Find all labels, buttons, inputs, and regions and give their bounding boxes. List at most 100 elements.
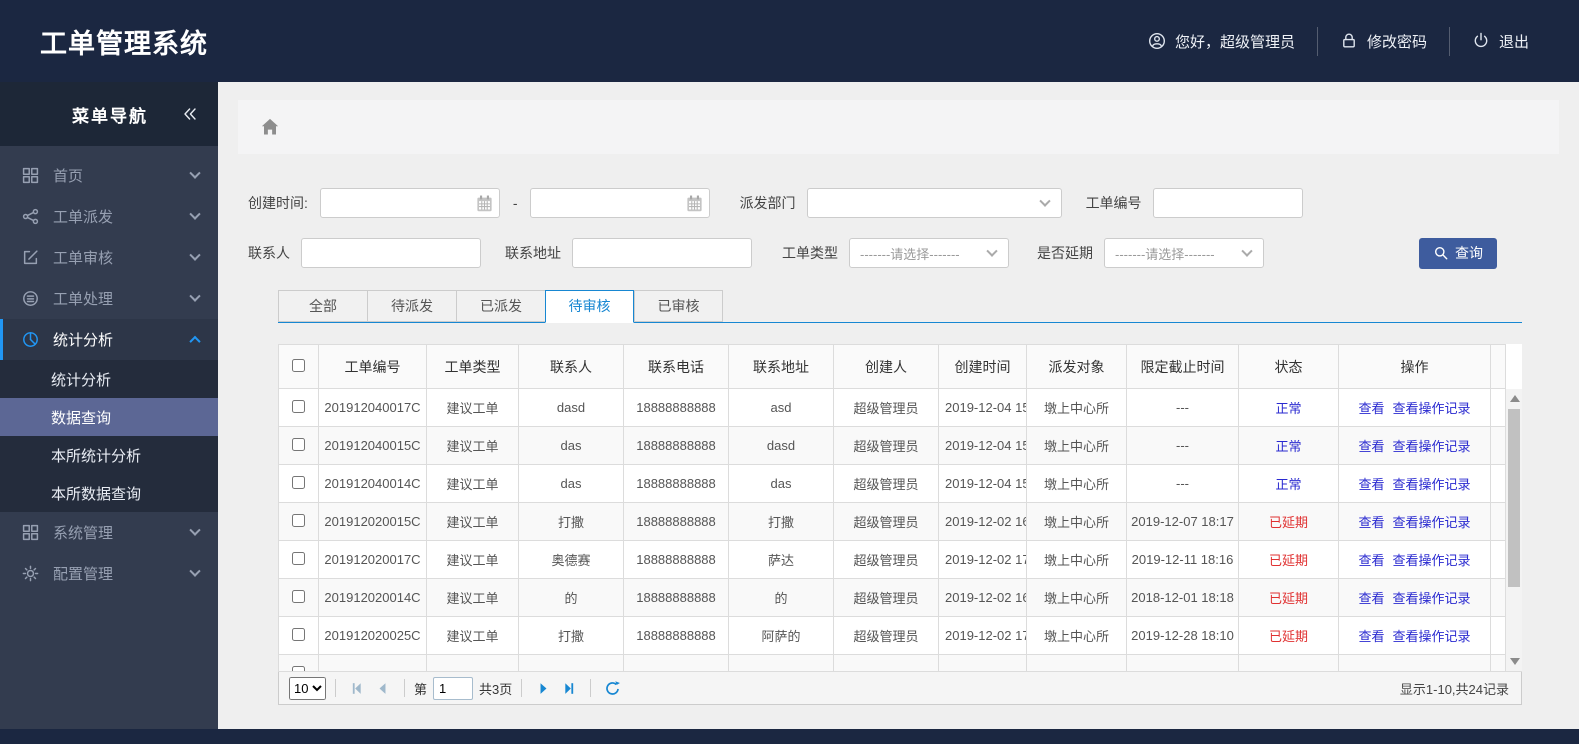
tab-reviewed[interactable]: 已审核 [634,290,723,322]
sidebar-header: 菜单导航 [0,82,218,146]
tab-all[interactable]: 全部 [278,290,367,322]
page-size-select[interactable]: 10 [289,676,326,700]
sidebar-collapse-button[interactable] [182,106,198,122]
sidebar-nav-title: 菜单导航 [72,106,148,126]
sidebar-item-process[interactable]: 工单处理 [0,278,218,319]
change-password-button[interactable]: 修改密码 [1316,26,1449,56]
created-time-end-input[interactable] [529,188,710,218]
cell-phone: 18888888888 [623,578,729,617]
created-time-start-input[interactable] [319,188,500,218]
table-row: 201912020017C 建议工单 奥德赛 18888888888 萨达 超级管理员 20… [278,540,1506,579]
cell-dispatch-to: 墩上中心所 [1026,578,1127,617]
filler-cell [1490,426,1506,465]
row-select-cell [278,426,319,465]
view-link[interactable]: 查看 [1358,477,1384,492]
view-log-link[interactable]: 查看操作记录 [1393,591,1471,606]
cell-order-type: 建议工单 [426,426,519,465]
view-log-link[interactable]: 查看操作记录 [1393,439,1471,454]
row-checkbox[interactable] [292,437,305,451]
order-type-select[interactable]: -------请选择------- [849,238,1009,268]
sidebar-item-stats[interactable]: 统计分析 [0,319,218,360]
cell-order-no: 201912040017C [318,388,427,427]
last-page-button[interactable] [560,680,577,697]
select-all-checkbox[interactable] [292,358,305,372]
view-log-link[interactable]: 查看操作记录 [1393,515,1471,530]
row-select-cell [278,464,319,503]
first-page-button[interactable] [349,680,366,697]
row-checkbox[interactable] [292,399,305,413]
row-checkbox[interactable] [292,589,305,603]
page-number-input[interactable] [433,676,474,700]
row-checkbox[interactable] [292,627,305,641]
home-icon[interactable] [260,117,280,137]
filler-cell [1490,540,1506,579]
cell-order-no: 201912020014C [318,578,427,617]
cell-deadline: --- [1126,464,1239,503]
table-row: 201912040015C 建议工单 das 18888888888 dasd 超级管理员… [278,426,1506,465]
chevron-up-icon [189,335,201,347]
sidebar-item-system[interactable]: 系统管理 [0,512,218,553]
table-scrollbar[interactable] [1505,389,1522,671]
sidebar-subitem-stats-analysis[interactable]: 统计分析 [0,360,218,398]
table-row: 201912040014C 建议工单 das 18888888888 das 超级管理员 2… [278,464,1506,503]
contact-input[interactable] [301,238,481,268]
column-header: 联系地址 [728,344,834,389]
tab-pending-dispatch[interactable]: 待派发 [367,290,456,322]
view-link[interactable]: 查看 [1358,591,1384,606]
order-no-input[interactable] [1152,188,1303,218]
sidebar-item-home[interactable]: 首页 [0,155,218,196]
dispatch-dept-select[interactable] [806,188,1062,218]
cell-address: 的 [728,578,834,617]
sidebar-subitem-data-query[interactable]: 数据查询 [0,398,218,436]
row-select-cell [278,616,319,655]
row-select-cell [278,388,319,427]
logout-button[interactable]: 退出 [1448,26,1551,56]
next-page-button[interactable] [535,680,552,697]
delayed-select[interactable]: -------请选择------- [1104,238,1264,268]
bottom-bar [0,729,1579,744]
tab-dispatched[interactable]: 已派发 [456,290,545,322]
view-link[interactable]: 查看 [1358,629,1384,644]
sidebar-subitem-branch-stats-analysis[interactable]: 本所统计分析 [0,436,218,474]
prev-page-icon [374,680,391,697]
view-log-link[interactable]: 查看操作记录 [1393,477,1471,492]
scroll-up-icon[interactable] [1510,395,1520,402]
row-checkbox[interactable] [292,665,305,671]
scroll-down-icon[interactable] [1510,658,1520,665]
row-checkbox[interactable] [292,513,305,527]
refresh-button[interactable] [604,680,621,697]
prev-page-button[interactable] [374,680,391,697]
address-input[interactable] [572,238,752,268]
cell-deadline: 2018-12-01 18:18 [1126,578,1239,617]
logout-label: 退出 [1498,33,1529,51]
row-checkbox[interactable] [292,475,305,489]
query-button[interactable]: 查询 [1419,237,1497,269]
sidebar-item-review[interactable]: 工单审核 [0,237,218,278]
view-link[interactable]: 查看 [1358,553,1384,568]
tab-pending-review[interactable]: 待审核 [545,290,634,323]
view-link[interactable]: 查看 [1358,439,1384,454]
view-log-link[interactable]: 查看操作记录 [1393,401,1471,416]
view-log-link[interactable]: 查看操作记录 [1393,629,1471,644]
chevron-down-icon [189,167,201,180]
cell-creator: 超级管理员 [833,502,939,541]
range-separator: - [512,195,518,211]
calendar-icon[interactable] [685,194,704,213]
scrollbar-thumb[interactable] [1508,409,1520,587]
row-checkbox[interactable] [292,551,305,565]
sidebar-item-dispatch[interactable]: 工单派发 [0,196,218,237]
cell [1238,654,1339,671]
sidebar-item-config[interactable]: 配置管理 [0,553,218,594]
view-link[interactable]: 查看 [1358,401,1384,416]
sidebar-subitem-branch-data-query[interactable]: 本所数据查询 [0,474,218,512]
view-log-link[interactable]: 查看操作记录 [1393,553,1471,568]
filler-cell [1490,502,1506,541]
user-greeting[interactable]: 您好，超级管理员 [1126,27,1317,56]
cell-contact: dasd [518,388,624,427]
divider [335,679,336,697]
calendar-icon[interactable] [475,194,494,213]
cell-creator: 超级管理员 [833,540,939,579]
view-link[interactable]: 查看 [1358,515,1384,530]
cell [833,654,939,671]
cell-status: 正常 [1238,464,1339,503]
